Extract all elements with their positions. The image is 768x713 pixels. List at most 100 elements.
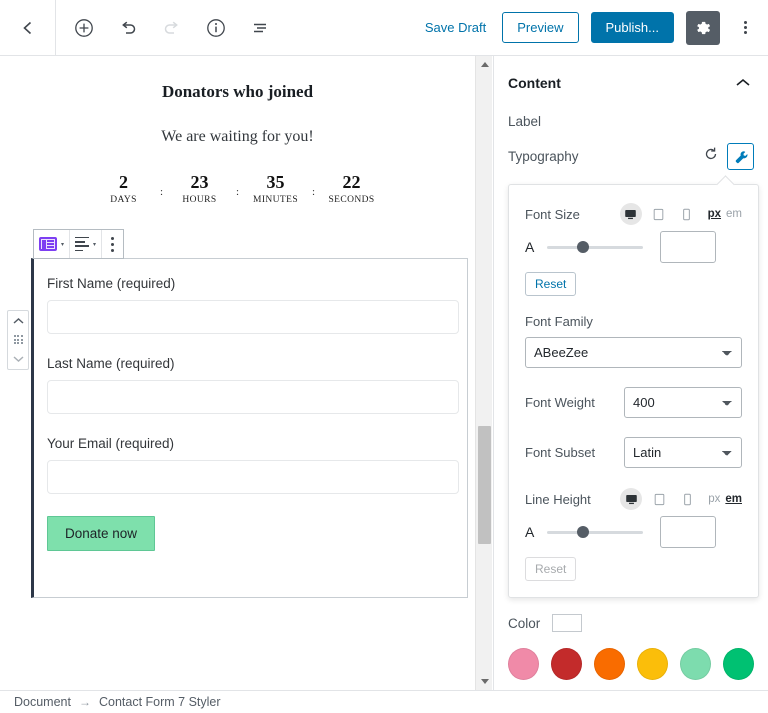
font-size-input[interactable] (660, 231, 716, 263)
color-swatch-orange[interactable] (594, 648, 625, 680)
color-swatch-pink[interactable] (508, 648, 539, 680)
countdown-label: SECONDS (328, 194, 375, 205)
desktop-icon[interactable] (619, 203, 642, 225)
block-align-button[interactable]: ▾ (70, 230, 103, 258)
countdown-separator: : (235, 186, 240, 198)
breadcrumb-item-block[interactable]: Contact Form 7 Styler (99, 695, 221, 709)
preview-button[interactable]: Preview (502, 12, 579, 43)
countdown-value: 35 (266, 172, 285, 192)
font-size-device-toggles (619, 203, 698, 225)
countdown-value: 23 (190, 172, 209, 192)
scroll-up-arrow[interactable] (476, 56, 493, 73)
line-height-glyph: A (525, 524, 535, 540)
color-swatches (508, 648, 754, 680)
post-subtitle[interactable]: We are waiting for you! (0, 128, 475, 146)
line-height-device-toggles (620, 488, 698, 510)
canvas-scrollbar[interactable] (475, 56, 492, 690)
countdown-label: HOURS (182, 194, 217, 205)
typography-row: Typography (494, 129, 768, 170)
gear-icon (697, 21, 710, 34)
countdown-block[interactable]: 2 DAYS : 23 HOURS : 35 MINUTES : 22 SECO… (0, 172, 475, 205)
countdown-value: 22 (342, 172, 361, 192)
chevron-up-icon (736, 78, 750, 86)
unit-px-button[interactable]: px (708, 208, 721, 220)
move-down-button[interactable] (8, 351, 28, 367)
mobile-icon[interactable] (676, 203, 698, 225)
more-options-button[interactable] (732, 11, 758, 45)
font-size-slider-row: A (525, 231, 742, 263)
donate-now-button[interactable]: Donate now (47, 516, 156, 551)
typography-reset-button[interactable] (703, 146, 719, 167)
unit-px-button[interactable]: px (708, 493, 720, 505)
reset-icon (705, 147, 717, 160)
move-up-button[interactable] (8, 313, 28, 329)
line-height-slider[interactable] (547, 526, 643, 538)
post-title[interactable]: Donators who joined (0, 82, 475, 102)
info-icon[interactable] (198, 10, 234, 46)
slider-knob[interactable] (577, 526, 589, 538)
font-size-label: Font Size (525, 206, 580, 222)
line-height-input[interactable] (660, 516, 716, 548)
countdown-label: MINUTES (252, 194, 299, 205)
countdown-unit: 23 HOURS (166, 172, 234, 205)
tablet-icon[interactable] (648, 203, 670, 225)
font-subset-select[interactable]: Latin (624, 437, 742, 468)
unit-em-button[interactable]: em (725, 493, 742, 505)
settings-gear-button[interactable] (686, 10, 720, 45)
slider-knob[interactable] (577, 241, 589, 253)
redo-icon[interactable] (154, 10, 190, 46)
editor-top-bar: Save Draft Preview Publish... (0, 0, 768, 56)
chevron-down-icon: ▾ (61, 241, 65, 248)
color-label: Color (508, 615, 541, 631)
settings-sidebar: Content Label Typography Font Size px em… (493, 56, 768, 690)
panel-title: Content (508, 75, 561, 91)
color-swatch-dark-red[interactable] (551, 648, 582, 680)
scroll-down-arrow[interactable] (476, 673, 493, 690)
font-weight-label: Font Weight (525, 395, 595, 410)
font-weight-select[interactable]: 400 (624, 387, 742, 418)
unit-em-button[interactable]: em (726, 208, 742, 220)
block-toolbar: ▾ ▾ (33, 229, 125, 259)
contact-form-block[interactable]: First Name (required) Last Name (require… (31, 258, 468, 598)
wrench-icon (735, 150, 747, 163)
panel-collapse-button[interactable] (732, 72, 754, 94)
publish-button[interactable]: Publish... (590, 12, 674, 43)
font-size-slider[interactable] (547, 241, 643, 253)
email-input[interactable] (47, 460, 459, 494)
save-draft-button[interactable]: Save Draft (421, 14, 490, 41)
block-more-button[interactable] (102, 230, 123, 258)
typography-label: Typography (508, 149, 579, 164)
canvas-content: Donators who joined We are waiting for y… (0, 82, 475, 690)
typography-popover: Font Size px em A Reset Font Family ABee… (508, 184, 759, 598)
drag-handle-icon (13, 335, 23, 345)
breadcrumb-item-document[interactable]: Document (14, 695, 71, 709)
desktop-icon[interactable] (620, 488, 643, 510)
breadcrumb: Document → Contact Form 7 Styler (0, 690, 768, 713)
mobile-icon[interactable] (676, 488, 698, 510)
back-button[interactable] (0, 0, 56, 55)
font-size-reset-button[interactable]: Reset (525, 272, 577, 296)
color-swatch-amber[interactable] (637, 648, 668, 680)
font-weight-row: Font Weight 400 (525, 387, 742, 418)
breadcrumb-separator: → (78, 695, 91, 709)
tablet-icon[interactable] (648, 488, 670, 510)
font-family-select[interactable]: ABeeZee (525, 337, 742, 368)
undo-icon[interactable] (110, 10, 146, 46)
add-block-icon[interactable] (66, 10, 102, 46)
chevron-up-icon (13, 317, 23, 324)
block-drag-handle[interactable] (8, 332, 28, 348)
content-panel-header[interactable]: Content (494, 56, 768, 108)
color-swatch-green[interactable] (723, 648, 754, 680)
color-swatch-light-green[interactable] (680, 648, 711, 680)
first-name-input[interactable] (47, 300, 459, 334)
current-color-swatch[interactable] (552, 614, 583, 632)
last-name-input[interactable] (47, 380, 459, 414)
typography-settings-button[interactable] (727, 143, 754, 170)
color-header: Color (508, 614, 754, 632)
list-view-icon[interactable] (242, 10, 278, 46)
countdown-unit: 35 MINUTES (242, 172, 310, 205)
font-size-units: px em (708, 208, 742, 220)
scrollbar-thumb[interactable] (478, 426, 491, 544)
block-type-switcher[interactable]: ▾ (34, 230, 71, 258)
line-height-reset-button[interactable]: Reset (525, 557, 577, 581)
